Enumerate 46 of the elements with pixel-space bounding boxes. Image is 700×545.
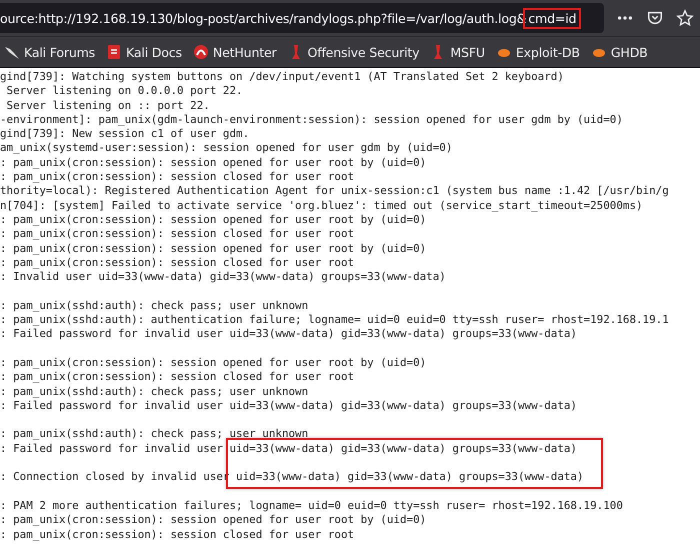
log-line: gind[739]: New session c1 of user gdm. <box>0 127 250 142</box>
log-line: Server listening on :: port 22. <box>6 98 211 113</box>
log-line: Server listening on 0.0.0.0 port 22. <box>6 84 244 99</box>
log-line: : PAM 2 more authentication failures; logname= uid=0 euid=0 tty=ssh ruser= rhost=192.168.19.100 <box>0 498 624 514</box>
log-line: : pam_unix(cron:session): session closed for user root <box>0 170 356 184</box>
log-line: : pam_unix(cron:session): session closed for user root <box>0 528 356 542</box>
bookmark[interactable]: Kali Forums <box>4 44 96 60</box>
log-line: : pam_unix(sshd:auth): check pass; user unknown <box>0 384 310 399</box>
document-icon <box>106 44 122 60</box>
log-line: : pam_unix(sshd:auth): check pass; user unknown <box>0 427 310 442</box>
log-line: thority=local): Registered Authentication Agent for unix-session:c1 (system bus name :1.42 [/usr/bin/g <box>0 184 670 199</box>
log-line: : pam_unix(cron:session): session opened for user root by (uid=0) <box>0 156 428 170</box>
log-line: : pam_unix(cron:session): session opened for user root by (uid=0) <box>0 212 428 228</box>
bookmark-label: GHDB <box>610 44 648 60</box>
log-line: : pam_unix(cron:session): session closed for user root <box>0 256 356 270</box>
bookmark-label: Kali Forums <box>24 44 96 60</box>
bookmark-label: Kali Docs <box>126 44 182 60</box>
log-line: : pam_unix(cron:session): session closed for user root <box>0 227 356 242</box>
log-line: : Failed password for invalid user uid=33(www-data) gid=33(www-data) groups=33(www-data) <box>0 327 578 342</box>
bookmark[interactable]: MSFU <box>430 44 485 60</box>
log-line: -environment]: pam_unix(gdm-launch-environment:session): session opened for user gdm by (uid=0) <box>0 112 624 128</box>
log-line: : pam_unix(sshd:auth): authentication failure; logname= uid=0 euid=0 tty=ssh ruser= rhost=192.168.19.1 <box>0 313 670 328</box>
bookmark[interactable]: Offensive Security <box>288 44 420 60</box>
bookmark-label: Offensive Security <box>308 44 420 60</box>
log-line: : pam_unix(cron:session): session closed for user root <box>0 370 356 385</box>
bookmark[interactable]: GHDB <box>590 44 648 60</box>
nethunter-icon <box>192 44 209 60</box>
log-line: : Invalid user uid=33(www-data) gid=33(www-data) groups=33(www-data) <box>0 270 447 284</box>
log-line: : pam_unix(cron:session): session opened for user root by (uid=0) <box>0 356 428 370</box>
bookmark-label: Exploit-DB <box>516 44 580 60</box>
log-line: am_unix(systemd-user:session): session opened for user gdm by (uid=0) <box>0 141 454 156</box>
log-line: : pam_unix(sshd:auth): check pass; user unknown <box>0 298 310 314</box>
bookmark[interactable]: NetHunter <box>192 44 276 60</box>
pocket-icon[interactable] <box>646 9 664 27</box>
highlighted-url-text: cmd=id <box>526 10 578 26</box>
log-line: : Failed password for invalid user uid=33(www-data) gid=33(www-data) groups=33(www-data) <box>0 398 578 414</box>
bookmark-label: MSFU <box>450 44 485 60</box>
log-line: gind[739]: Watching system buttons on /dev/input/event1 (AT Translated Set 2 keyboard) <box>0 70 565 84</box>
log-line: : Failed password for invalid user uid=33(www-data) gid=33(www-data) groups=33(www-data) <box>0 442 578 456</box>
log-line: : pam_unix(cron:session): session opened for user root by (uid=0) <box>0 513 428 528</box>
bookmark-label: NetHunter <box>212 44 276 60</box>
log-line: n[704]: [system] Failed to activate service 'org.bluez': timed out (service_start_timeout=25000ms) <box>0 198 644 213</box>
star-icon[interactable] <box>676 9 694 27</box>
bookmark[interactable]: Kali Docs <box>106 44 182 60</box>
log-line: : pam_unix(cron:session): session opened for user root by (uid=0) <box>0 242 428 256</box>
bookmark[interactable]: Exploit-DB <box>496 44 580 60</box>
